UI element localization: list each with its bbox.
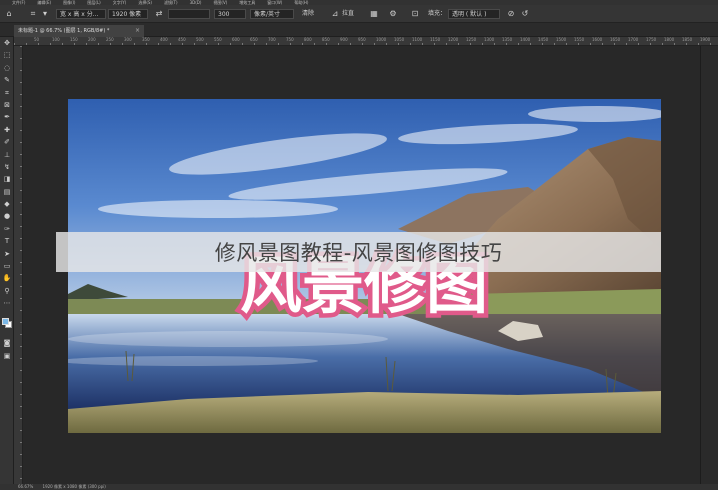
ruler-tick-label: 1450: [538, 37, 549, 42]
fill-label: 填充：: [428, 10, 447, 17]
ruler-tick-label: 750: [286, 37, 294, 42]
ruler-tick-label: 1650: [610, 37, 621, 42]
tools-panel: ✥ ⬚ ◌ ✎ ⌗ ⊠ ✒ ✚ ✐ ⊥ ↯ ◨ ▤ ◆ ● ✑ T ➤ ▭ ✋ …: [0, 37, 14, 484]
document-info: 1920 像素 x 1080 像素 (300 ppi): [42, 484, 106, 489]
banner-title: 修风景图教程-风景图修图技巧: [214, 241, 503, 265]
ruler-tick-label: 50: [34, 37, 40, 42]
ruler-tick-label: 300: [124, 37, 132, 42]
horizontal-ruler: 50 100 150 200 250 300 350 400 450 500 550 600 650 70…: [14, 37, 718, 46]
ruler-tick-label: 1100: [412, 37, 423, 42]
frame-tool-icon[interactable]: ⊠: [0, 99, 14, 111]
ruler-tick-label: 500: [196, 37, 204, 42]
ruler-tick-label: 150: [70, 37, 78, 42]
reset-icon[interactable]: ↺: [520, 9, 530, 19]
zoom-tool-icon[interactable]: ⚲: [0, 285, 14, 297]
quick-mask-icon[interactable]: ◙: [0, 337, 14, 349]
lasso-tool-icon[interactable]: ◌: [0, 62, 14, 74]
ruler-tick-label: 1600: [592, 37, 603, 42]
zoom-level[interactable]: 66.67%: [18, 484, 33, 489]
ruler-tick-label: 350: [142, 37, 150, 42]
ruler-tick-label: 1050: [394, 37, 405, 42]
delete-cropped-icon[interactable]: ⊡: [410, 9, 420, 19]
article-title-banner: 修风景图教程-风景图修图技巧: [56, 232, 661, 272]
ruler-tick-label: 400: [160, 37, 168, 42]
ruler-tick-label: 700: [268, 37, 276, 42]
chevron-down-icon[interactable]: ▾: [40, 9, 50, 19]
ruler-tick-label: 1500: [556, 37, 567, 42]
document-tab-title: 未标题-1 @ 66.7% (图层 1, RGB/8#) *: [18, 28, 110, 34]
screen-mode-icon[interactable]: ▣: [0, 350, 14, 362]
ruler-tick-label: 450: [178, 37, 186, 42]
eraser-tool-icon[interactable]: ◨: [0, 173, 14, 185]
crop-tool-icon[interactable]: ⌗: [28, 9, 38, 19]
hand-tool-icon[interactable]: ✋: [0, 272, 14, 284]
ruler-tick-label: 900: [340, 37, 348, 42]
info-icon[interactable]: ⊘: [506, 9, 516, 19]
quick-select-tool-icon[interactable]: ✎: [0, 74, 14, 86]
clone-stamp-tool-icon[interactable]: ⊥: [0, 149, 14, 161]
ruler-tick-label: 1750: [646, 37, 657, 42]
document-tab-bar: 未标题-1 @ 66.7% (图层 1, RGB/8#) * ×: [0, 23, 718, 37]
crop-tool-icon[interactable]: ⌗: [0, 87, 14, 99]
ruler-tick-label: 850: [322, 37, 330, 42]
gear-icon[interactable]: ⚙: [388, 9, 398, 19]
ruler-tick-label: 1300: [484, 37, 495, 42]
path-select-tool-icon[interactable]: ➤: [0, 248, 14, 260]
swap-icon[interactable]: ⇄: [154, 9, 164, 19]
status-bar: 66.67% 1920 像素 x 1080 像素 (300 ppi): [0, 484, 718, 490]
ruler-tick-label: 1250: [466, 37, 477, 42]
ruler-tick-label: 250: [106, 37, 114, 42]
fill-select[interactable]: 透明 ( 默认 ): [448, 9, 500, 19]
shape-tool-icon[interactable]: ▭: [0, 260, 14, 272]
straighten-icon[interactable]: ⊿: [330, 9, 340, 19]
ruler-tick-label: 1400: [520, 37, 531, 42]
width-input[interactable]: 1920 像素: [108, 9, 148, 19]
eyedropper-tool-icon[interactable]: ✒: [0, 111, 14, 123]
vertical-scrollbar[interactable]: [700, 46, 718, 484]
move-tool-icon[interactable]: ✥: [0, 37, 14, 49]
ruler-tick-label: 800: [304, 37, 312, 42]
home-icon[interactable]: ⌂: [4, 9, 14, 19]
foreground-color-swatch[interactable]: [2, 318, 9, 325]
gradient-tool-icon[interactable]: ▤: [0, 186, 14, 198]
healing-brush-tool-icon[interactable]: ✚: [0, 124, 14, 136]
ruler-tick-label: 1200: [448, 37, 459, 42]
clear-button[interactable]: 清除: [302, 9, 314, 19]
resolution-input[interactable]: 300: [214, 9, 246, 19]
ruler-tick-label: 550: [214, 37, 222, 42]
straighten-label[interactable]: 拉直: [342, 9, 354, 19]
ruler-tick-label: 100: [52, 37, 60, 42]
pen-tool-icon[interactable]: ✑: [0, 223, 14, 235]
more-tools-icon[interactable]: ⋯: [0, 297, 14, 309]
ruler-tick-label: 1700: [628, 37, 639, 42]
ruler-tick-label: 200: [88, 37, 96, 42]
ruler-tick-label: 1850: [682, 37, 693, 42]
ruler-tick-label: 1350: [502, 37, 513, 42]
history-brush-tool-icon[interactable]: ↯: [0, 161, 14, 173]
ruler-tick-label: 600: [232, 37, 240, 42]
ruler-tick-label: 1000: [376, 37, 387, 42]
ruler-tick-label: 950: [358, 37, 366, 42]
blur-tool-icon[interactable]: ◆: [0, 198, 14, 210]
dodge-tool-icon[interactable]: ●: [0, 210, 14, 222]
ratio-select[interactable]: 宽 x 高 x 分...: [56, 9, 106, 19]
ruler-tick-label: 1900: [700, 37, 711, 42]
resolution-unit-select[interactable]: 像素/英寸: [250, 9, 294, 19]
height-input[interactable]: [168, 9, 210, 19]
ruler-tick-label: 1800: [664, 37, 675, 42]
brush-tool-icon[interactable]: ✐: [0, 136, 14, 148]
ruler-tick-label: 1150: [430, 37, 441, 42]
ruler-tick-label: 650: [250, 37, 258, 42]
ruler-tick-label: 1550: [574, 37, 585, 42]
marquee-tool-icon[interactable]: ⬚: [0, 49, 14, 61]
type-tool-icon[interactable]: T: [0, 235, 14, 247]
grid-overlay-icon[interactable]: ▦: [369, 9, 379, 19]
options-bar: ⌂ ⌗ ▾ 宽 x 高 x 分... 1920 像素 ⇄ 300 像素/英寸 清…: [0, 5, 718, 23]
vertical-ruler: [14, 46, 23, 484]
document-tab[interactable]: 未标题-1 @ 66.7% (图层 1, RGB/8#) * ×: [14, 25, 144, 37]
close-icon[interactable]: ×: [135, 25, 140, 37]
